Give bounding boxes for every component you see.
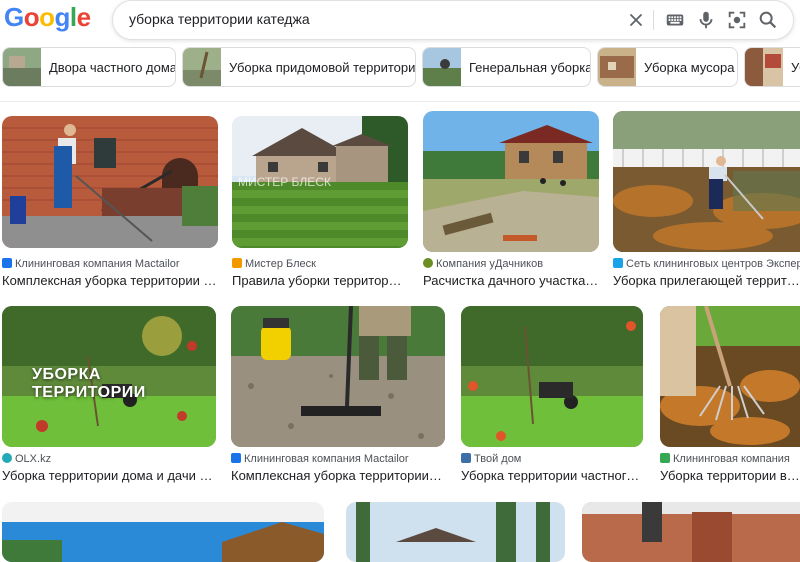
favicon-icon	[2, 258, 12, 268]
logo-letter: l	[69, 2, 77, 32]
image-result-2[interactable]: МИСТЕР БЛЕСК Мистер Блеск Правила уборки…	[232, 116, 408, 291]
logo-letter: g	[54, 2, 71, 32]
image-result-5[interactable]: УБОРКА ТЕРРИТОРИИ OLX.kz Уборка территор…	[2, 306, 216, 486]
result-source[interactable]: Клининговая компания Mactailor	[231, 453, 445, 465]
source-label: Мистер Блеск	[245, 258, 316, 270]
result-title[interactable]: Расчистка дачного участка от...	[423, 273, 599, 288]
result-image[interactable]	[2, 116, 218, 248]
keyboard-icon[interactable]	[664, 9, 686, 31]
logo-letter: o	[39, 2, 55, 32]
watermark-text: МИСТЕР БЛЕСК	[238, 175, 331, 189]
result-title[interactable]: Комплексная уборка территории дом...	[2, 273, 218, 288]
result-image[interactable]	[231, 306, 445, 447]
source-label: Клининговая компания Mactailor	[244, 453, 409, 465]
image-result-10[interactable]	[346, 502, 565, 562]
result-image[interactable]	[346, 502, 565, 562]
chip-thumbnail	[423, 48, 461, 86]
image-result-6[interactable]: Клининговая компания Mactailor Комплексн…	[231, 306, 445, 486]
image-result-3[interactable]: Компания уДачников Расчистка дачного уча…	[423, 111, 599, 291]
result-title[interactable]: Уборка территории в Мо...	[660, 468, 800, 483]
search-separator	[653, 10, 654, 30]
chip-musora[interactable]: Уборка мусора	[597, 47, 738, 87]
result-image[interactable]	[660, 306, 800, 447]
source-label: Сеть клининговых центров Эксперт ...	[626, 258, 800, 270]
result-source[interactable]: Твой дом	[461, 453, 643, 465]
result-source[interactable]: Компания уДачников	[423, 258, 599, 270]
chip-thumbnail	[598, 48, 636, 86]
favicon-icon	[423, 258, 433, 268]
filter-chips: Двора частного дома Уборка придомовой те…	[0, 47, 800, 87]
result-source[interactable]: Сеть клининговых центров Эксперт ...	[613, 258, 800, 270]
source-label: Клининговая компания Mactailor	[15, 258, 180, 270]
result-image[interactable]	[461, 306, 643, 447]
favicon-icon	[2, 453, 12, 463]
favicon-icon	[461, 453, 471, 463]
logo-letter: G	[4, 2, 24, 32]
microphone-icon[interactable]	[695, 9, 717, 31]
google-logo[interactable]: Google	[4, 2, 91, 33]
image-result-7[interactable]: Твой дом Уборка территории частного д...	[461, 306, 643, 486]
header-divider	[0, 101, 800, 102]
image-result-9[interactable]	[2, 502, 324, 562]
result-image[interactable]: УБОРКА ТЕРРИТОРИИ	[2, 306, 216, 447]
result-image[interactable]	[613, 111, 800, 252]
chip-generalnaya[interactable]: Генеральная уборка	[422, 47, 591, 87]
result-image[interactable]	[2, 502, 324, 562]
result-title[interactable]: Правила уборки территории ...	[232, 273, 408, 288]
result-title[interactable]: Уборка территории дома и дачи - Уб...	[2, 468, 216, 483]
search-icon[interactable]	[757, 9, 779, 31]
favicon-icon	[660, 453, 670, 463]
image-result-4[interactable]: Сеть клининговых центров Эксперт ... Убо…	[613, 111, 800, 291]
chip-thumbnail	[3, 48, 41, 86]
top-bar: Google уборка территории катеджа	[0, 0, 800, 40]
chip-more[interactable]: Уб	[744, 47, 800, 87]
source-label: Клининговая компания	[673, 453, 790, 465]
result-image[interactable]	[582, 502, 800, 562]
chip-pridomovoy[interactable]: Уборка придомовой территории	[182, 47, 416, 87]
overlay-text: УБОРКА ТЕРРИТОРИИ	[32, 366, 146, 401]
source-label: Твой дом	[474, 453, 522, 465]
lens-icon[interactable]	[726, 9, 748, 31]
result-source[interactable]: Мистер Блеск	[232, 258, 408, 270]
source-label: OLX.kz	[15, 453, 52, 465]
chip-label: Уб	[791, 60, 800, 75]
logo-letter: e	[76, 2, 91, 32]
result-title[interactable]: Комплексная уборка территории до...	[231, 468, 445, 483]
result-title[interactable]: Уборка территории частного д...	[461, 468, 643, 483]
favicon-icon	[613, 258, 623, 268]
chip-dvora[interactable]: Двора частного дома	[2, 47, 176, 87]
result-image[interactable]	[423, 111, 599, 252]
result-image[interactable]: МИСТЕР БЛЕСК	[232, 116, 408, 248]
chip-label: Уборка придомовой территории	[229, 60, 416, 75]
chip-thumbnail	[183, 48, 221, 86]
clear-icon[interactable]	[625, 9, 647, 31]
favicon-icon	[232, 258, 242, 268]
image-result-1[interactable]: Клининговая компания Mactailor Комплексн…	[2, 116, 218, 291]
search-input[interactable]: уборка территории катеджа	[129, 11, 310, 27]
search-box[interactable]: уборка территории катеджа	[112, 0, 794, 40]
chip-label: Уборка мусора	[644, 60, 735, 75]
chip-label: Двора частного дома	[49, 60, 176, 75]
favicon-icon	[231, 453, 241, 463]
result-title[interactable]: Уборка прилегающей территории	[613, 273, 800, 288]
image-result-11[interactable]	[582, 502, 800, 562]
image-result-8[interactable]: Клининговая компания Уборка территории в…	[660, 306, 800, 486]
source-label: Компания уДачников	[436, 258, 544, 270]
result-source[interactable]: Клининговая компания	[660, 453, 800, 465]
chip-label: Генеральная уборка	[469, 60, 591, 75]
chip-thumbnail	[745, 48, 783, 86]
result-source[interactable]: OLX.kz	[2, 453, 216, 465]
result-source[interactable]: Клининговая компания Mactailor	[2, 258, 218, 270]
logo-letter: o	[23, 2, 40, 32]
